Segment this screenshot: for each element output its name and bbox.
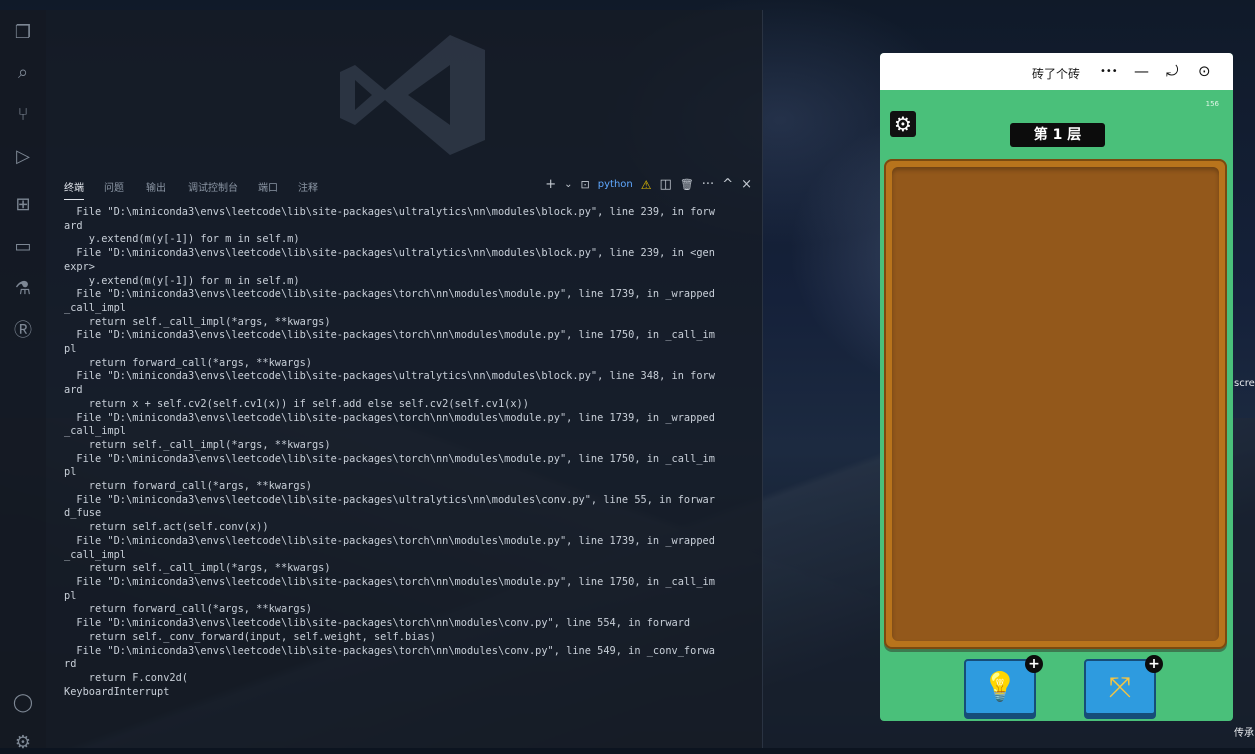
split-terminal-icon[interactable]: ◫ — [660, 177, 672, 192]
kill-terminal-icon[interactable]: 🗑 — [680, 178, 694, 191]
terminal-line: return self.act(self.conv(x)) — [64, 521, 269, 534]
explorer-icon[interactable]: ❐ — [12, 22, 34, 44]
restore-icon[interactable]: ⤾ — [1166, 61, 1179, 81]
terminal-line: pl — [64, 589, 77, 602]
desktop-edge-label-2: 传承 — [1234, 728, 1254, 739]
terminal-line: File "D:\miniconda3\envs\leetcode\lib\si… — [64, 575, 715, 588]
terminal-line: return self._call_impl(*args, **kwargs) — [64, 315, 331, 328]
testing-icon[interactable]: ⚗ — [12, 278, 34, 300]
terminal-line: File "D:\miniconda3\envs\leetcode\lib\si… — [64, 452, 715, 465]
terminal-line: _call_impl — [64, 425, 126, 438]
terminal-line: y.extend(m(y[-1]) for m in self.m) — [64, 233, 300, 246]
r-extension-icon[interactable]: Ⓡ — [12, 320, 34, 342]
activity-bar: ❐ ⌕ ⑂ ▷ ⊞ ▭ ⚗ Ⓡ ◯ ⚙ — [0, 10, 46, 753]
add-hint-icon[interactable]: + — [1025, 655, 1043, 673]
extensions-icon[interactable]: ⊞ — [12, 194, 34, 216]
terminal-line: File "D:\miniconda3\envs\leetcode\lib\si… — [64, 329, 715, 342]
game-board-frame — [884, 159, 1227, 649]
terminal-line: return F.conv2d( — [64, 671, 188, 684]
terminal-line: y.extend(m(y[-1]) for m in self.m) — [64, 274, 300, 287]
remote-explorer-icon[interactable]: ▭ — [12, 236, 34, 258]
add-shuffle-icon[interactable]: + — [1145, 655, 1163, 673]
terminal-line: expr> — [64, 260, 95, 273]
terminal-line: pl — [64, 466, 77, 479]
maximize-panel-icon[interactable]: ^ — [722, 177, 733, 192]
terminal-line: return self._conv_forward(input, self.we… — [64, 630, 436, 643]
new-terminal-button[interactable]: + — [545, 177, 556, 192]
terminal-line: File "D:\miniconda3\envs\leetcode\lib\si… — [64, 288, 715, 301]
game-board[interactable] — [892, 167, 1219, 641]
terminal-line: File "D:\miniconda3\envs\leetcode\lib\si… — [64, 493, 715, 506]
minimize-icon[interactable]: — — [1134, 61, 1149, 81]
account-icon[interactable]: ◯ — [12, 692, 34, 714]
terminal-line: File "D:\miniconda3\envs\leetcode\lib\si… — [64, 411, 715, 424]
source-control-icon[interactable]: ⑂ — [12, 104, 34, 126]
terminal-line: File "D:\miniconda3\envs\leetcode\lib\si… — [64, 617, 691, 630]
terminal-line: d_fuse — [64, 507, 102, 520]
tab-terminal[interactable]: 终端 — [64, 179, 84, 200]
tab-ports[interactable]: 端口 — [258, 179, 278, 194]
terminal-shell-icon: ⊡ — [580, 178, 590, 191]
terminal-line: File "D:\miniconda3\envs\leetcode\lib\si… — [64, 644, 715, 657]
settings-gear-icon[interactable]: ⚙ — [12, 732, 34, 754]
warning-icon[interactable]: ⚠ — [641, 178, 652, 192]
terminal-line: return forward_call(*args, **kwargs) — [64, 603, 312, 616]
terminal-line: File "D:\miniconda3\envs\leetcode\lib\si… — [64, 247, 715, 260]
terminal-shell-name[interactable]: python — [598, 179, 633, 190]
hint-button[interactable]: 💡 + — [964, 655, 1043, 715]
terminal-line: pl — [64, 343, 77, 356]
terminal-line: KeyboardInterrupt — [64, 685, 170, 698]
vscode-watermark-logo — [340, 35, 485, 155]
tab-output[interactable]: 输出 — [146, 179, 166, 194]
settings-gear-icon[interactable]: ⚙ — [890, 111, 916, 137]
terminal-line: return x + self.cv2(self.cv1(x)) if self… — [64, 397, 529, 410]
vscode-window: ❐ ⌕ ⑂ ▷ ⊞ ▭ ⚗ Ⓡ ◯ ⚙ 终端 问题 输出 调试控制台 端口 注释… — [0, 10, 763, 753]
more-icon[interactable]: ••• — [1100, 62, 1118, 82]
close-panel-icon[interactable]: × — [741, 177, 752, 192]
lightbulb-icon: 💡 — [982, 670, 1018, 703]
miniprogram-window: 砖了个砖 ••• — ⤾ ⊙ 156 ⚙ 第 1 层 💡 + ⤧ + — [880, 53, 1233, 721]
terminal-dropdown-chevron-icon[interactable]: ⌄ — [564, 179, 572, 190]
terminal-line: rd — [64, 658, 77, 671]
desktop-edge-label: scre — [1234, 378, 1255, 389]
terminal-line: File "D:\miniconda3\envs\leetcode\lib\si… — [64, 206, 715, 218]
miniprogram-titlebar: 砖了个砖 ••• — ⤾ ⊙ — [880, 53, 1233, 90]
level-badge: 第 1 层 — [1010, 123, 1105, 147]
panel-tab-bar: 终端 问题 输出 调试控制台 端口 注释 + ⌄ ⊡ python ⚠ ◫ 🗑 … — [46, 170, 762, 200]
terminal-line: return self._call_impl(*args, **kwargs) — [64, 438, 331, 451]
tab-problems[interactable]: 问题 — [104, 179, 124, 194]
run-debug-icon[interactable]: ▷ — [12, 146, 34, 168]
terminal-line: File "D:\miniconda3\envs\leetcode\lib\si… — [64, 534, 715, 547]
counter-text: 156 — [1205, 100, 1219, 108]
terminal-line: return self._call_impl(*args, **kwargs) — [64, 562, 331, 575]
terminal-line: File "D:\miniconda3\envs\leetcode\lib\si… — [64, 370, 715, 383]
panel-actions: + ⌄ ⊡ python ⚠ ◫ 🗑 ··· ^ × — [545, 177, 752, 192]
terminal-line: return forward_call(*args, **kwargs) — [64, 480, 312, 493]
terminal-line: _call_impl — [64, 301, 126, 314]
terminal-line: _call_impl — [64, 548, 126, 561]
more-actions-icon[interactable]: ··· — [702, 177, 714, 192]
terminal-output[interactable]: File "D:\miniconda3\envs\leetcode\lib\si… — [64, 206, 754, 748]
close-icon[interactable]: ⊙ — [1198, 61, 1211, 81]
terminal-line: return forward_call(*args, **kwargs) — [64, 356, 312, 369]
tab-comments[interactable]: 注释 — [298, 179, 318, 194]
search-icon[interactable]: ⌕ — [12, 62, 34, 84]
shuffle-button[interactable]: ⤧ + — [1084, 655, 1163, 715]
tab-debug-console[interactable]: 调试控制台 — [188, 179, 238, 194]
shuffle-icon: ⤧ — [1108, 670, 1132, 703]
miniprogram-title: 砖了个砖 — [1032, 67, 1081, 81]
terminal-line: ard — [64, 384, 83, 397]
terminal-line: ard — [64, 219, 83, 232]
